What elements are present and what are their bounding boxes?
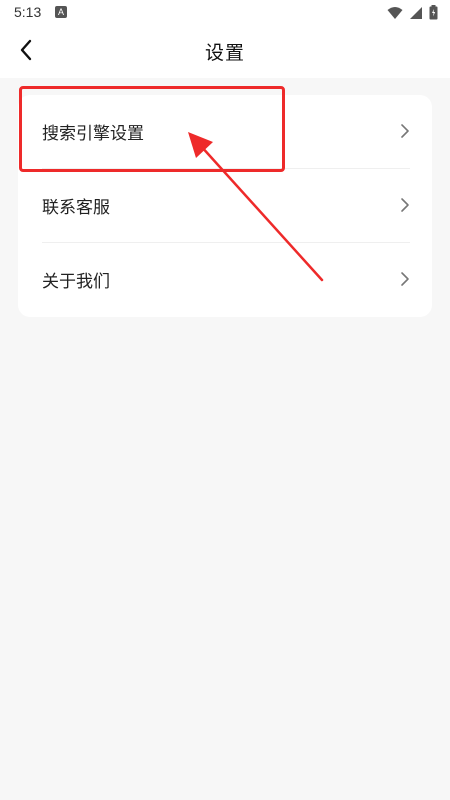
chevron-right-icon (400, 271, 410, 291)
menu-item-label: 联系客服 (42, 198, 110, 218)
menu-item-label: 搜索引擎设置 (42, 124, 144, 144)
signal-icon (409, 5, 423, 24)
menu-item-about-us[interactable]: 关于我们 (18, 243, 432, 317)
battery-icon (429, 5, 438, 24)
page-title: 设置 (204, 42, 245, 64)
settings-card: 搜索引擎设置 联系客服 关于我们 (18, 95, 432, 317)
notification-icon: A (55, 6, 67, 18)
status-bar: 5:13 A (0, 0, 450, 24)
chevron-right-icon (400, 123, 410, 143)
chevron-right-icon (400, 197, 410, 217)
menu-item-label: 关于我们 (42, 272, 110, 292)
status-time: 5:13 (14, 4, 42, 20)
menu-item-contact-support[interactable]: 联系客服 (18, 169, 432, 243)
wifi-icon (387, 5, 403, 24)
menu-item-search-engine-settings[interactable]: 搜索引擎设置 (18, 95, 432, 169)
status-icons (387, 5, 438, 24)
nav-bar: 设置 (0, 24, 450, 78)
